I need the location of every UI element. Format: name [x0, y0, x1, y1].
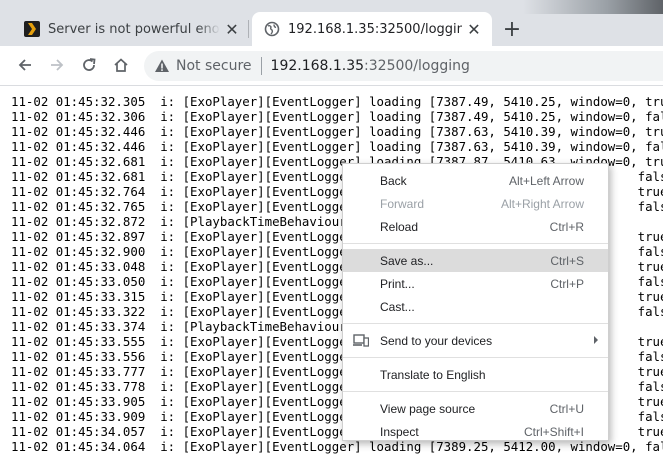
log-line: 11-02 01:45:32.305 i: [ExoPlayer][EventL…: [11, 94, 663, 109]
tab-separator: [248, 20, 249, 38]
back-arrow-icon: [18, 59, 31, 71]
plex-favicon-icon: [24, 21, 40, 37]
menu-separator: [343, 323, 608, 324]
menu-item-reload[interactable]: Reload Ctrl+R: [343, 215, 608, 238]
log-line: 11-02 01:45:32.446 i: [ExoPlayer][EventL…: [11, 124, 663, 139]
menu-item-cast[interactable]: Cast...: [343, 295, 608, 318]
tab-plex-forum[interactable]: Server is not powerful enough to ✕: [0, 12, 250, 46]
menu-item-back[interactable]: Back Alt+Left Arrow: [343, 169, 608, 192]
menu-item-translate[interactable]: Translate to English: [343, 363, 608, 386]
omnibox-separator: [260, 57, 262, 75]
globe-icon: [264, 21, 280, 37]
devices-icon: [353, 334, 369, 347]
security-status[interactable]: Not secure: [176, 58, 252, 74]
menu-item-view-source[interactable]: View page source Ctrl+U: [343, 397, 608, 420]
warning-icon[interactable]: [154, 58, 170, 74]
tab-close-button[interactable]: ✕: [462, 17, 486, 41]
menu-item-send-to-devices[interactable]: Send to your devices: [343, 329, 608, 352]
url-text[interactable]: 192.168.1.35:32500/logging: [271, 58, 470, 74]
log-line: 11-02 01:45:32.306 i: [ExoPlayer][EventL…: [11, 109, 663, 124]
menu-item-forward[interactable]: Forward Alt+Right Arrow: [343, 192, 608, 215]
back-button[interactable]: [10, 50, 40, 80]
forward-button[interactable]: [42, 50, 72, 80]
menu-separator: [343, 357, 608, 358]
menu-separator: [343, 243, 608, 244]
menu-item-save-as[interactable]: Save as... Ctrl+S: [343, 249, 608, 272]
new-tab-button[interactable]: +: [498, 15, 526, 43]
tab-title: 192.168.1.35:32500/logging: [288, 21, 462, 37]
home-icon: [114, 58, 128, 72]
context-menu: Back Alt+Left Arrow Forward Alt+Right Ar…: [342, 163, 609, 441]
tab-close-button[interactable]: ✕: [220, 17, 244, 41]
tab-logging[interactable]: 192.168.1.35:32500/logging ✕: [252, 12, 492, 46]
tab-title: Server is not powerful enough to: [48, 21, 220, 37]
browser-toolbar: Not secure 192.168.1.35:32500/logging: [0, 46, 663, 86]
reload-button[interactable]: [74, 50, 104, 80]
menu-item-inspect[interactable]: Inspect Ctrl+Shift+I: [343, 420, 608, 443]
address-bar[interactable]: Not secure 192.168.1.35:32500/logging: [144, 51, 663, 81]
home-button[interactable]: [106, 50, 136, 80]
window-background: [523, 0, 663, 14]
forward-arrow-icon: [51, 59, 64, 71]
menu-separator: [343, 391, 608, 392]
tab-strip: Server is not powerful enough to ✕ 192.1…: [0, 0, 663, 46]
menu-item-print[interactable]: Print... Ctrl+P: [343, 272, 608, 295]
submenu-arrow-icon: [594, 336, 598, 344]
reload-icon: [83, 58, 96, 71]
log-line: 11-02 01:45:32.446 i: [ExoPlayer][EventL…: [11, 139, 663, 154]
